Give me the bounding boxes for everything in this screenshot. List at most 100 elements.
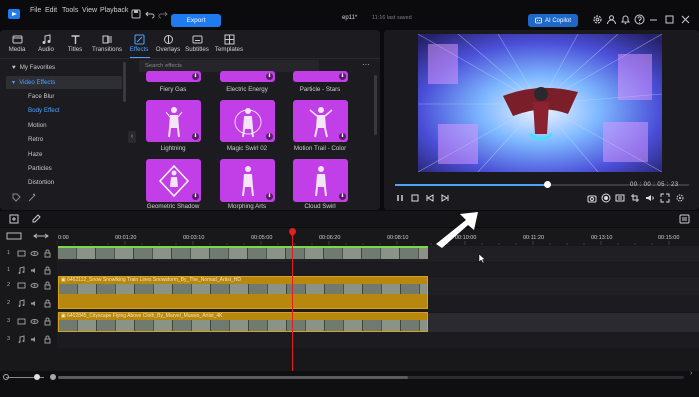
preview-settings-icon[interactable] bbox=[675, 193, 685, 203]
redo-icon[interactable] bbox=[158, 9, 168, 19]
lock-icon[interactable] bbox=[43, 266, 52, 275]
previous-frame-icon[interactable] bbox=[425, 193, 435, 203]
tab-titles[interactable]: Titles bbox=[58, 34, 92, 56]
timecode-display: 00 : 00 : 05 : 23 bbox=[630, 182, 679, 188]
snapshot-camera-icon[interactable] bbox=[587, 193, 597, 203]
effect-thumb-morphing-arts[interactable]: ⬇ bbox=[220, 159, 275, 202]
sidebar-item-haze[interactable]: Haze bbox=[6, 148, 122, 161]
eye-icon[interactable] bbox=[30, 281, 39, 290]
more-options-icon[interactable]: ··· bbox=[362, 60, 370, 69]
transitions-icon bbox=[102, 34, 113, 45]
help-icon[interactable] bbox=[634, 14, 645, 25]
export-button[interactable]: Export bbox=[171, 14, 221, 27]
scroll-right-icon[interactable]: › bbox=[690, 370, 698, 378]
add-track-icon[interactable] bbox=[9, 214, 19, 224]
sidebar-item-particles[interactable]: Particles bbox=[6, 162, 122, 175]
record-icon[interactable] bbox=[601, 193, 611, 203]
crop-icon[interactable] bbox=[630, 193, 640, 203]
maximize-icon[interactable] bbox=[664, 14, 675, 25]
fullscreen-icon[interactable] bbox=[660, 193, 670, 203]
collapse-sidebar-button[interactable]: ‹ bbox=[128, 131, 136, 143]
download-icon[interactable]: ⬇ bbox=[266, 133, 273, 140]
eye-icon[interactable] bbox=[30, 317, 39, 326]
sidebar-item-face-blur[interactable]: Face Blur bbox=[6, 90, 122, 103]
menu-tools[interactable]: Tools bbox=[62, 7, 78, 14]
menu-view[interactable]: View bbox=[82, 7, 97, 14]
download-icon[interactable]: ⬇ bbox=[192, 133, 199, 140]
volume-icon[interactable] bbox=[30, 299, 39, 308]
save-icon[interactable] bbox=[131, 9, 141, 19]
close-icon[interactable] bbox=[680, 14, 691, 25]
video-track-icon bbox=[17, 249, 26, 258]
sidebar-item-my-favorites[interactable]: ♥ My Favorites bbox=[6, 61, 122, 74]
settings-gear-icon[interactable] bbox=[592, 14, 603, 25]
sidebar-item-distortion[interactable]: Distortion bbox=[6, 176, 122, 189]
edit-pencil-icon[interactable] bbox=[31, 214, 41, 224]
effect-thumb-electric-energy[interactable]: ⬇ bbox=[220, 71, 275, 82]
fit-timeline-icon[interactable] bbox=[33, 232, 49, 240]
clip-title: ▣ 6402845_Cityscape Flying Above Cloth_B… bbox=[61, 313, 421, 319]
effect-label: Morphing Arts bbox=[227, 203, 267, 210]
timeline-zoom-handle[interactable] bbox=[34, 374, 40, 380]
zoom-out-icon[interactable] bbox=[3, 374, 9, 380]
next-frame-icon[interactable] bbox=[440, 193, 450, 203]
dancer-figure-icon bbox=[158, 165, 189, 197]
menu-playback[interactable]: Playback bbox=[100, 7, 128, 14]
timeline-settings-icon[interactable] bbox=[679, 214, 690, 224]
sidebar-item-motion[interactable]: Motion bbox=[6, 119, 122, 132]
track-layout-icon[interactable] bbox=[6, 232, 22, 240]
download-icon[interactable]: ⬇ bbox=[192, 73, 199, 80]
tab-subtitles[interactable]: Subtitles bbox=[180, 34, 214, 56]
tag-icon[interactable] bbox=[12, 193, 21, 202]
effect-label: Cloud Swirl bbox=[304, 203, 336, 210]
annotation-arrow-icon bbox=[430, 210, 480, 250]
playhead-line[interactable] bbox=[292, 232, 293, 372]
account-icon[interactable] bbox=[606, 14, 617, 25]
effect-thumb-geometric-shadow[interactable]: ⬇ bbox=[146, 159, 201, 202]
download-icon[interactable]: ⬇ bbox=[339, 133, 346, 140]
download-icon[interactable]: ⬇ bbox=[339, 73, 346, 80]
sidebar-scrollbar[interactable] bbox=[123, 62, 126, 102]
download-icon[interactable]: ⬇ bbox=[339, 193, 346, 200]
sidebar-item-retro[interactable]: Retro bbox=[6, 133, 122, 146]
lock-icon[interactable] bbox=[43, 281, 52, 290]
pause-icon[interactable] bbox=[395, 193, 405, 203]
menu-file[interactable]: File bbox=[30, 7, 41, 14]
download-icon[interactable]: ⬇ bbox=[192, 193, 199, 200]
lock-icon[interactable] bbox=[43, 249, 52, 258]
lock-icon[interactable] bbox=[43, 299, 52, 308]
sidebar-item-video-effects[interactable]: ▾ Video Effects bbox=[6, 76, 122, 89]
lock-icon[interactable] bbox=[43, 317, 52, 326]
video-preview[interactable] bbox=[418, 34, 662, 172]
sidebar-item-body-effect[interactable]: Body Effect bbox=[6, 104, 122, 117]
effect-thumb-cloud-swirl[interactable]: ⬇ bbox=[293, 159, 348, 202]
eye-icon[interactable] bbox=[30, 249, 39, 258]
effects-grid-scrollbar[interactable] bbox=[374, 75, 377, 135]
tab-templates[interactable]: Templates bbox=[212, 34, 246, 56]
stop-icon[interactable] bbox=[410, 193, 420, 203]
video-clip-track-1[interactable] bbox=[58, 248, 428, 259]
zoom-in-icon[interactable] bbox=[50, 374, 56, 380]
volume-icon[interactable] bbox=[645, 193, 655, 203]
quality-settings-icon[interactable] bbox=[615, 193, 625, 203]
minimize-icon[interactable] bbox=[648, 14, 659, 25]
track-row-audio-1[interactable] bbox=[57, 263, 699, 276]
tab-transitions[interactable]: Transitions bbox=[90, 34, 124, 56]
download-icon[interactable]: ⬇ bbox=[266, 73, 273, 80]
effect-thumb-magic-swirl-02[interactable]: ⬇ bbox=[220, 100, 275, 142]
notification-icon[interactable] bbox=[620, 14, 631, 25]
lock-icon[interactable] bbox=[43, 335, 52, 344]
effect-thumb-particle-stars[interactable]: ⬇ bbox=[293, 71, 348, 82]
undo-icon[interactable] bbox=[145, 9, 155, 19]
track-row-audio-3[interactable] bbox=[57, 332, 699, 348]
timeline-scroll-thumb[interactable] bbox=[58, 376, 408, 379]
menu-edit[interactable]: Edit bbox=[45, 7, 57, 14]
volume-icon[interactable] bbox=[30, 335, 39, 344]
volume-icon[interactable] bbox=[30, 266, 39, 275]
effect-thumb-motion-trail-color[interactable]: ⬇ bbox=[293, 100, 348, 142]
magic-wand-icon[interactable] bbox=[28, 193, 37, 202]
ai-copilot-button[interactable]: AI Copilot bbox=[528, 14, 578, 27]
effect-thumb-fiery-gas[interactable]: ⬇ bbox=[146, 71, 201, 82]
download-icon[interactable]: ⬇ bbox=[266, 193, 273, 200]
effect-thumb-lightning[interactable]: ⬇ bbox=[146, 100, 201, 142]
